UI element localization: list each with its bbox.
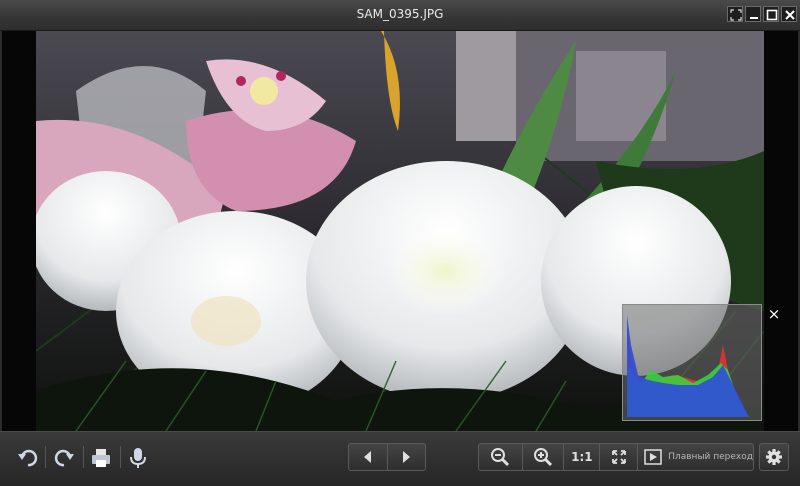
next-icon [403, 451, 411, 463]
actual-size-label: 1:1 [571, 450, 593, 464]
previous-icon [363, 451, 371, 463]
zoom-in-button[interactable] [521, 444, 564, 470]
rotate-left-icon[interactable] [16, 446, 40, 470]
fit-to-window-button[interactable] [599, 444, 637, 470]
toolbar-divider [45, 446, 46, 468]
toolbar-divider [120, 446, 121, 468]
maximize-icon[interactable] [763, 6, 779, 22]
zoom-in-icon [534, 448, 553, 467]
previous-image-button[interactable] [349, 444, 387, 470]
smooth-transition-button[interactable]: Плавный переход [637, 444, 753, 470]
print-icon[interactable] [89, 446, 113, 470]
histogram-close-button[interactable]: × [766, 306, 782, 322]
window-controls [727, 6, 797, 22]
settings-button[interactable] [759, 443, 789, 471]
gear-icon [766, 449, 782, 465]
zoom-out-button[interactable] [479, 444, 522, 470]
microphone-icon[interactable] [126, 446, 150, 470]
bottom-toolbar: 1:1 Плавный переход [0, 431, 800, 486]
window-title: SAM_0395.JPG [356, 7, 444, 21]
slideshow-icon [644, 449, 662, 465]
fullscreen-icon[interactable] [727, 6, 743, 22]
histogram-blue-channel [627, 315, 749, 417]
zoom-group: 1:1 Плавный переход [478, 443, 754, 471]
toolbar-divider [83, 446, 84, 468]
histogram-panel [622, 304, 762, 421]
fit-to-window-icon [611, 450, 626, 464]
image-viewport[interactable]: × [2, 31, 798, 431]
actual-size-button[interactable]: 1:1 [563, 444, 599, 470]
title-bar: SAM_0395.JPG [0, 0, 800, 31]
minimize-icon[interactable] [745, 6, 761, 22]
smooth-transition-label: Плавный переход [668, 452, 753, 462]
navigation-group [348, 443, 426, 471]
histogram-chart [627, 315, 749, 417]
rotate-right-icon[interactable] [52, 446, 76, 470]
zoom-out-icon [491, 448, 510, 467]
close-icon[interactable] [781, 6, 797, 22]
next-image-button[interactable] [386, 444, 426, 470]
